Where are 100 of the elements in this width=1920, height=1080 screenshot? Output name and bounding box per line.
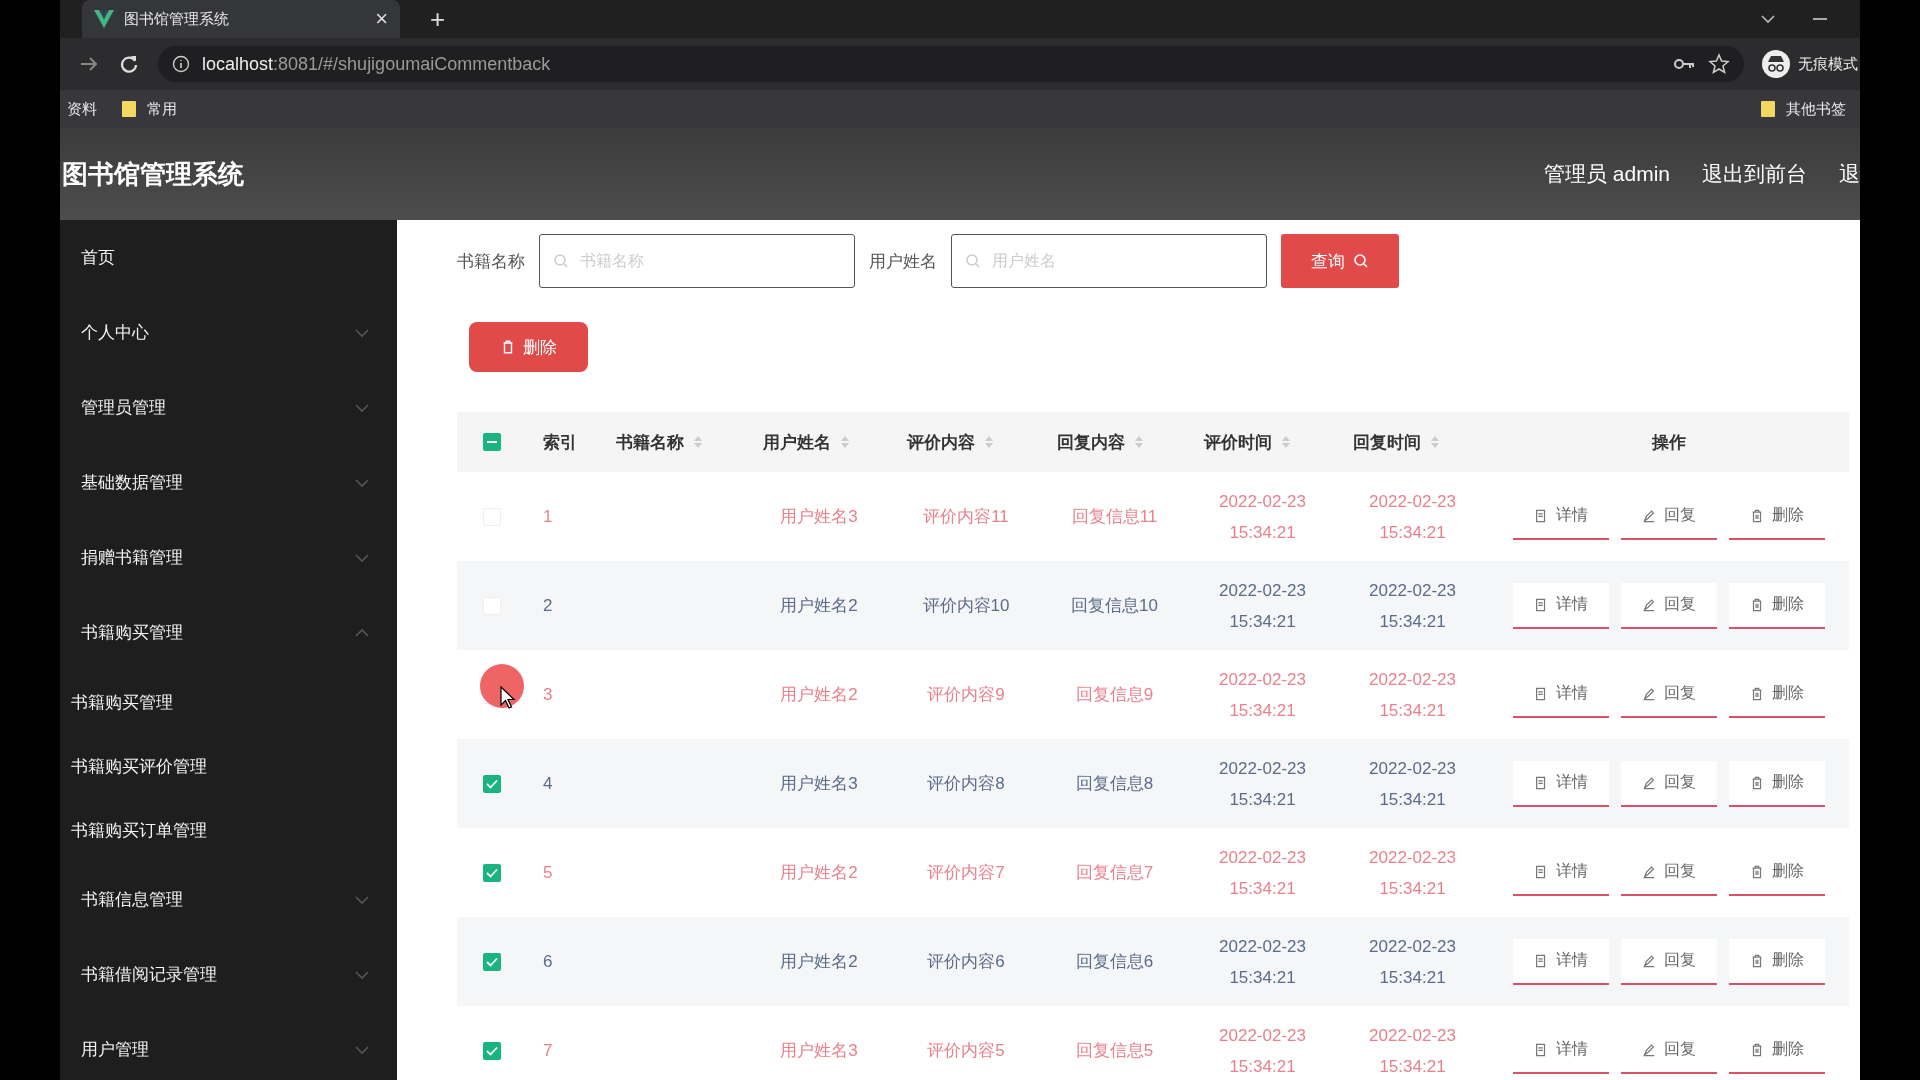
table-cell-text: 2022-02-23 15:34:21 <box>1218 757 1307 811</box>
sidebar-subitem[interactable]: 书籍购买订单管理 <box>60 798 397 862</box>
pencil-icon <box>1641 596 1656 613</box>
document-icon <box>1533 685 1548 702</box>
chevron-down-icon <box>355 552 369 563</box>
sidebar-subitem[interactable]: 书籍购买管理 <box>60 670 397 734</box>
header-link[interactable]: 退出到前台 <box>1702 160 1807 188</box>
key-icon[interactable] <box>1674 57 1696 71</box>
pencil-icon <box>1641 507 1656 524</box>
sidebar-item[interactable]: 首页 <box>60 220 397 295</box>
sort-icon[interactable] <box>1282 436 1290 448</box>
row-action-button[interactable]: 回复 <box>1620 760 1717 807</box>
row-action-button[interactable]: 详情 <box>1512 938 1609 985</box>
app-title: 图书馆管理系统 <box>62 157 244 191</box>
chevron-down-icon <box>355 402 369 413</box>
row-action-button[interactable]: 回复 <box>1620 582 1717 629</box>
close-tab-button[interactable]: × <box>375 6 388 32</box>
table-cell-text: 回复信息5 <box>1075 1040 1154 1062</box>
column-header: 回复时间 <box>1353 431 1421 454</box>
sidebar-item[interactable]: 管理员管理 <box>60 370 397 445</box>
search-button[interactable]: 查询 <box>1281 234 1399 288</box>
incognito-icon <box>1762 50 1790 78</box>
header-link[interactable]: 退 <box>1839 160 1860 188</box>
minus-icon <box>487 441 497 443</box>
checkmark-icon <box>486 867 498 878</box>
chevron-down-icon <box>355 969 369 980</box>
bookmark-link[interactable]: 资料 <box>67 99 97 119</box>
incognito-profile-button[interactable]: 无痕模式 <box>1762 50 1858 78</box>
pencil-icon <box>1641 952 1656 969</box>
new-tab-button[interactable]: + <box>424 2 452 36</box>
chevron-down-icon <box>355 1044 369 1055</box>
row-action-button[interactable]: 删除 <box>1728 582 1825 629</box>
document-icon <box>1533 507 1548 524</box>
column-header: 索引 <box>543 431 577 454</box>
document-icon <box>1533 863 1548 880</box>
row-action-button[interactable]: 详情 <box>1512 760 1609 807</box>
sidebar-item[interactable]: 书籍信息管理 <box>60 862 397 937</box>
document-icon <box>1533 1041 1548 1058</box>
sort-icon[interactable] <box>1431 436 1439 448</box>
row-action-button[interactable]: 详情 <box>1512 582 1609 629</box>
field-label: 用户姓名 <box>869 250 937 273</box>
table-cell-text: 用户姓名3 <box>780 506 858 528</box>
row-checkbox[interactable] <box>483 774 501 793</box>
pencil-icon <box>1641 1041 1656 1058</box>
bookmark-folder[interactable]: 其他书签 <box>1760 99 1846 119</box>
bookmark-folder[interactable]: 常用 <box>121 99 177 119</box>
address-bar[interactable]: localhost:8081/#/shujigoumaiCommentback <box>158 46 1744 82</box>
pencil-icon <box>1641 685 1656 702</box>
column-header: 操作 <box>1651 431 1686 454</box>
row-checkbox[interactable] <box>483 1041 501 1060</box>
table-cell-text: 用户姓名2 <box>780 951 858 973</box>
column-header: 用户姓名 <box>763 431 831 454</box>
row-checkbox[interactable] <box>483 863 501 882</box>
reload-icon[interactable] <box>118 53 140 75</box>
search-icon <box>965 253 981 269</box>
document-icon <box>1533 774 1548 791</box>
table-cell-text: 2022-02-23 15:34:21 <box>1218 935 1307 989</box>
sort-icon[interactable] <box>985 436 993 448</box>
table-cell-text: 2022-02-23 15:34:21 <box>1218 668 1307 722</box>
sidebar-item[interactable]: 个人中心 <box>60 295 397 370</box>
v-logo-icon <box>94 10 114 28</box>
row-action-button[interactable]: 删除 <box>1728 760 1825 807</box>
delete-button[interactable]: 删除 <box>469 322 588 372</box>
table-cell-text: 用户姓名3 <box>780 1040 858 1062</box>
table-cell-text: 用户姓名2 <box>780 684 858 706</box>
pencil-icon <box>1641 774 1656 791</box>
search-icon <box>1353 253 1369 269</box>
table-cell: 3 <box>543 684 553 705</box>
table-cell-text: 回复信息8 <box>1075 773 1154 795</box>
table-cell: 5 <box>543 862 553 883</box>
star-icon[interactable] <box>1708 53 1730 75</box>
sidebar-subitem[interactable]: 书籍购买评价管理 <box>60 734 397 798</box>
table-cell-text: 评价内容7 <box>927 862 1005 884</box>
sidebar-item[interactable]: 用户管理 <box>60 1012 397 1080</box>
sidebar-item[interactable]: 书籍借阅记录管理 <box>60 937 397 1012</box>
row-checkbox[interactable] <box>483 952 501 971</box>
sort-icon[interactable] <box>841 436 849 448</box>
chevron-down-icon <box>355 327 369 338</box>
sidebar-item[interactable]: 书籍购买管理 <box>60 595 397 670</box>
table-cell-text: 用户姓名2 <box>780 595 858 617</box>
browser-tab[interactable]: 图书馆管理系统 × <box>82 0 400 38</box>
sort-icon[interactable] <box>694 436 702 448</box>
row-action-button[interactable]: 删除 <box>1728 938 1825 985</box>
select-all-checkbox[interactable] <box>483 433 501 451</box>
column-header: 回复内容 <box>1057 431 1125 454</box>
table-cell-text: 2022-02-23 15:34:21 <box>1368 935 1457 989</box>
pencil-icon <box>1641 863 1656 880</box>
table-cell-text: 评价内容5 <box>927 1040 1005 1062</box>
sidebar-item[interactable]: 基础数据管理 <box>60 445 397 520</box>
table-cell-text: 回复信息6 <box>1075 951 1154 973</box>
table-cell: 2 <box>543 595 553 616</box>
table-cell-text: 用户姓名2 <box>780 862 858 884</box>
table-cell-text: 2022-02-23 15:34:21 <box>1218 846 1307 900</box>
sort-icon[interactable] <box>1135 436 1143 448</box>
row-action-button[interactable]: 回复 <box>1620 938 1717 985</box>
table-cell-text: 用户姓名3 <box>780 773 858 795</box>
sidebar-item[interactable]: 捐赠书籍管理 <box>60 520 397 595</box>
folder-icon <box>121 100 137 118</box>
chevron-up-icon <box>355 627 369 638</box>
table-cell-text: 2022-02-23 15:34:21 <box>1368 668 1457 722</box>
